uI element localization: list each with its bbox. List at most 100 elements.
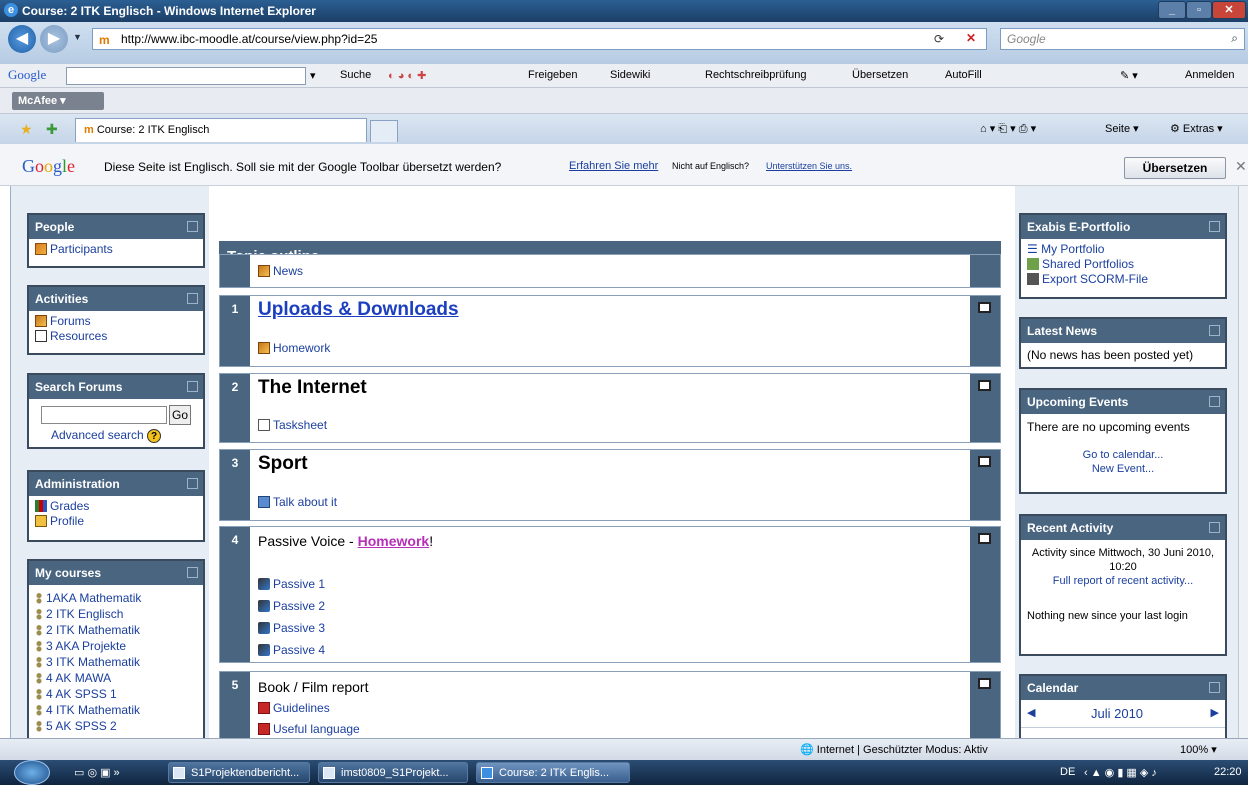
- search-dropdown-icon[interactable]: ▾: [310, 69, 316, 82]
- useful-language-link[interactable]: Useful language: [273, 722, 360, 736]
- grades-link[interactable]: Grades: [50, 499, 89, 513]
- back-icon[interactable]: ◀: [8, 25, 36, 53]
- course-link[interactable]: 4 AK MAWA: [46, 671, 111, 685]
- course-link[interactable]: 2 ITK Mathematik: [46, 623, 140, 637]
- hide-block-icon[interactable]: [187, 381, 198, 392]
- full-report-link[interactable]: Full report of recent activity...: [1031, 574, 1215, 588]
- toolbar-spellcheck[interactable]: Rechtschreibprüfung: [705, 69, 807, 81]
- navigation-bar: ◀ ▶ ▼ m http://www.ibc-moodle.at/course/…: [0, 22, 1248, 64]
- passive-3-link[interactable]: Passive 3: [273, 621, 325, 635]
- close-button[interactable]: ✕: [1212, 1, 1246, 19]
- forward-icon[interactable]: ▶: [40, 25, 68, 53]
- refresh-icon[interactable]: ⟳: [934, 32, 944, 46]
- extras-menu[interactable]: ⚙ Extras ▾: [1170, 122, 1223, 135]
- course-link[interactable]: 3 AKA Projekte: [46, 639, 126, 653]
- hide-block-icon[interactable]: [1209, 325, 1220, 336]
- quicklaunch-icons[interactable]: ▭ ◎ ▣ »: [74, 766, 120, 779]
- support-link[interactable]: Unterstützen Sie uns.: [766, 161, 852, 171]
- new-tab-button[interactable]: [370, 120, 398, 142]
- section-title-link[interactable]: Uploads & Downloads: [258, 299, 459, 320]
- calendar-month[interactable]: Juli 2010: [1091, 706, 1143, 721]
- learn-more-link[interactable]: Erfahren Sie mehr: [569, 160, 658, 172]
- hide-block-icon[interactable]: [1209, 682, 1220, 693]
- homework-link[interactable]: Homework: [273, 341, 330, 355]
- vertical-scrollbar[interactable]: [1238, 186, 1248, 738]
- search-input[interactable]: Google ⌕: [1000, 28, 1245, 50]
- highlight-checkbox[interactable]: [978, 533, 991, 544]
- hide-block-icon[interactable]: [187, 478, 198, 489]
- minimize-button[interactable]: _: [1158, 1, 1186, 19]
- mcafee-button[interactable]: McAfee ▾: [12, 92, 104, 110]
- profile-link[interactable]: Profile: [50, 514, 84, 528]
- news-link[interactable]: News: [273, 264, 303, 278]
- taskbar-item[interactable]: S1Projektendbericht...: [168, 762, 310, 783]
- passive-4-link[interactable]: Passive 4: [273, 643, 325, 657]
- talk-about-it-link[interactable]: Talk about it: [273, 495, 337, 509]
- google-toolbar-search[interactable]: [66, 67, 306, 85]
- page-menu[interactable]: Seite ▾: [1105, 122, 1139, 135]
- taskbar-item[interactable]: imst0809_S1Projekt...: [318, 762, 468, 783]
- section-number: 2: [220, 374, 250, 442]
- go-button[interactable]: Go: [169, 405, 191, 425]
- history-dropdown-icon[interactable]: ▼: [73, 32, 82, 42]
- translate-button[interactable]: Übersetzen: [1124, 157, 1226, 179]
- my-portfolio-link[interactable]: My Portfolio: [1041, 242, 1104, 256]
- export-scorm-link[interactable]: Export SCORM-File: [1042, 272, 1148, 286]
- home-icon[interactable]: ⌂ ▾ ⎗ ▾ ⎙ ▾: [980, 122, 1036, 136]
- hide-block-icon[interactable]: [187, 293, 198, 304]
- tab-course[interactable]: m Course: 2 ITK Englisch: [75, 118, 367, 142]
- participants-link[interactable]: Participants: [50, 242, 113, 256]
- course-link[interactable]: 5 AK SPSS 2: [46, 719, 117, 733]
- start-button[interactable]: [14, 760, 50, 785]
- highlight-checkbox[interactable]: [978, 380, 991, 391]
- hide-block-icon[interactable]: [1209, 396, 1220, 407]
- passive-1-link[interactable]: Passive 1: [273, 577, 325, 591]
- homework-title-link[interactable]: Homework: [358, 533, 430, 549]
- toolbar-icons[interactable]: ◐ ◕ ◐ ✚: [388, 69, 426, 82]
- zoom-level[interactable]: 100% ▾: [1180, 743, 1217, 756]
- toolbar-translate[interactable]: Übersetzen: [852, 69, 908, 81]
- course-link[interactable]: 2 ITK Englisch: [46, 607, 123, 621]
- go-to-calendar-link[interactable]: Go to calendar...: [1021, 448, 1225, 462]
- toolbar-freigeben[interactable]: Freigeben: [528, 69, 578, 81]
- hide-block-icon[interactable]: [1209, 522, 1220, 533]
- address-field[interactable]: m http://www.ibc-moodle.at/course/view.p…: [92, 28, 987, 50]
- passive-2-link[interactable]: Passive 2: [273, 599, 325, 613]
- course-link[interactable]: 4 ITK Mathematik: [46, 703, 140, 717]
- highlight-checkbox[interactable]: [978, 302, 991, 313]
- forums-icon: [35, 315, 47, 327]
- search-forums-input[interactable]: [41, 406, 167, 424]
- toolbar-signin[interactable]: Anmelden: [1185, 69, 1235, 81]
- course-link[interactable]: 4 AK SPSS 1: [46, 687, 117, 701]
- highlight-checkbox[interactable]: [978, 678, 991, 689]
- course-link[interactable]: 1AKA Mathematik: [46, 591, 141, 605]
- toolbar-suche[interactable]: Suche: [340, 69, 371, 81]
- language-indicator[interactable]: DE: [1060, 766, 1075, 778]
- next-month-icon[interactable]: ▶: [1211, 706, 1219, 719]
- course-link[interactable]: 3 ITK Mathematik: [46, 655, 140, 669]
- favorites-star-icon[interactable]: ★: [20, 121, 33, 138]
- close-translate-icon[interactable]: ✕: [1235, 158, 1247, 175]
- search-icon[interactable]: ⌕: [1231, 31, 1238, 46]
- tray-icons[interactable]: ‹ ▲ ◉ ▮ ▦ ◈ ♪: [1084, 766, 1157, 779]
- hide-block-icon[interactable]: [187, 221, 198, 232]
- advanced-search-link[interactable]: Advanced search: [51, 428, 144, 442]
- new-event-link[interactable]: New Event...: [1021, 462, 1225, 476]
- hide-block-icon[interactable]: [187, 567, 198, 578]
- maximize-button[interactable]: ▫: [1186, 1, 1212, 19]
- hide-block-icon[interactable]: [1209, 221, 1220, 232]
- help-icon[interactable]: ?: [147, 429, 162, 443]
- resources-link[interactable]: Resources: [50, 329, 107, 343]
- stop-icon[interactable]: ✕: [966, 31, 976, 45]
- toolbar-sidewiki[interactable]: Sidewiki: [610, 69, 650, 81]
- forums-link[interactable]: Forums: [50, 314, 91, 328]
- prev-month-icon[interactable]: ◀: [1027, 706, 1035, 719]
- add-favorite-icon[interactable]: ✚: [46, 121, 58, 138]
- shared-portfolios-link[interactable]: Shared Portfolios: [1042, 257, 1134, 271]
- tasksheet-link[interactable]: Tasksheet: [273, 418, 327, 432]
- highlight-checkbox[interactable]: [978, 456, 991, 467]
- toolbar-autofill[interactable]: AutoFill: [945, 69, 982, 81]
- wrench-icon[interactable]: ✎ ▾: [1120, 69, 1138, 82]
- taskbar-item-active[interactable]: Course: 2 ITK Englis...: [476, 762, 630, 783]
- guidelines-link[interactable]: Guidelines: [273, 701, 330, 715]
